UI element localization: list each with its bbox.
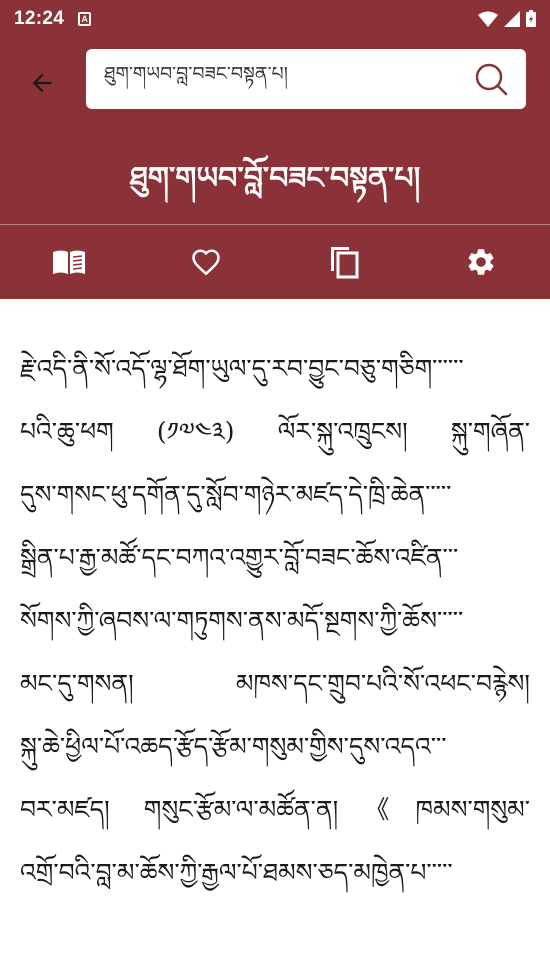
notification-icon: A — [78, 11, 92, 26]
text-line: སོགས་ཀྱི་ཞབས་ལ་གཏུགས་ནས་མདོ་སྔགས་ཀྱི་ཆོས… — [20, 606, 464, 635]
text-line: དུས་གསང་ཕུ་དགོན་དུ་སློབ་གཉེར་མཛད་དེ་ཁྲི་… — [20, 480, 452, 509]
app-header: ཐུག་གཡབ་བློ་བཟང་བསྟན་པ། — [0, 37, 550, 225]
battery-icon — [526, 10, 536, 27]
text-line: མང་དུ་གསན། མཁས་དང་གྲུབ་པའི་སོ་འཕང་བརྙེས། — [20, 669, 530, 698]
toolbar — [0, 225, 550, 299]
gear-icon — [468, 249, 494, 275]
status-icons — [478, 10, 536, 27]
search-icon[interactable] — [474, 62, 508, 96]
copy-button[interactable] — [320, 238, 368, 286]
search-input[interactable] — [102, 67, 466, 91]
text-line: སྐུ་ཆེ་ཕྱིལ་པོ་འཆད་རྩོད་རྩོམ་གསུམ་གྱིས་ད… — [20, 732, 447, 761]
text-line: འགྲོ་བའི་བླ་མ་ཆོས་ཀྱི་རྒྱལ་པོ་ཐམས་ཅད་མཁྱ… — [20, 858, 453, 887]
arrow-left-icon — [32, 73, 52, 93]
read-button[interactable] — [45, 238, 93, 286]
wifi-icon — [478, 11, 498, 27]
book-icon — [52, 250, 85, 274]
text-line: པའི་ཆུ་ཕག (༡༧༤༣) ལོར་སྐུ་འཁྲུངས། སྐུ་གཞོ… — [20, 417, 530, 446]
heart-icon — [192, 249, 221, 276]
text-line: བར་མཛད། གསུང་རྩོམ་ལ་མཚོན་ན།《ཁམས་གསུམ་ — [20, 795, 530, 824]
text-line: རྗེ་འདི་ནི་སོ་འདོ་ལྷ་ཐོག་ཡུལ་དུ་རབ་བྱུང་… — [20, 354, 464, 383]
header-divider — [0, 224, 550, 225]
page-title: ཐུག་གཡབ་བློ་བཟང་བསྟན་པ། — [129, 161, 421, 196]
text-line: སྒྲིན་པ་རྒྱ་མཚོ་དང་བཀའ་འགྱུར་བློ་བཟང་ཆོས… — [20, 543, 459, 572]
copy-icon — [330, 247, 359, 279]
signal-icon — [504, 10, 520, 27]
settings-button[interactable] — [457, 238, 505, 286]
search-bar — [86, 49, 526, 109]
favorite-button[interactable] — [182, 238, 230, 286]
biography-text: རྗེ་འདི་ནི་སོ་འདོ་ལྷ་ཐོག་ཡུལ་དུ་རབ་བྱུང་… — [0, 299, 550, 904]
back-button[interactable] — [24, 65, 60, 101]
status-bar: 12:24 A — [0, 0, 550, 37]
status-time: 12:24 — [14, 7, 65, 29]
app-root: 12:24 A ཐུག་གཡབ་བློ་བཟང་བསྟན་པ། ཐུག་གཡབ་… — [0, 0, 550, 979]
